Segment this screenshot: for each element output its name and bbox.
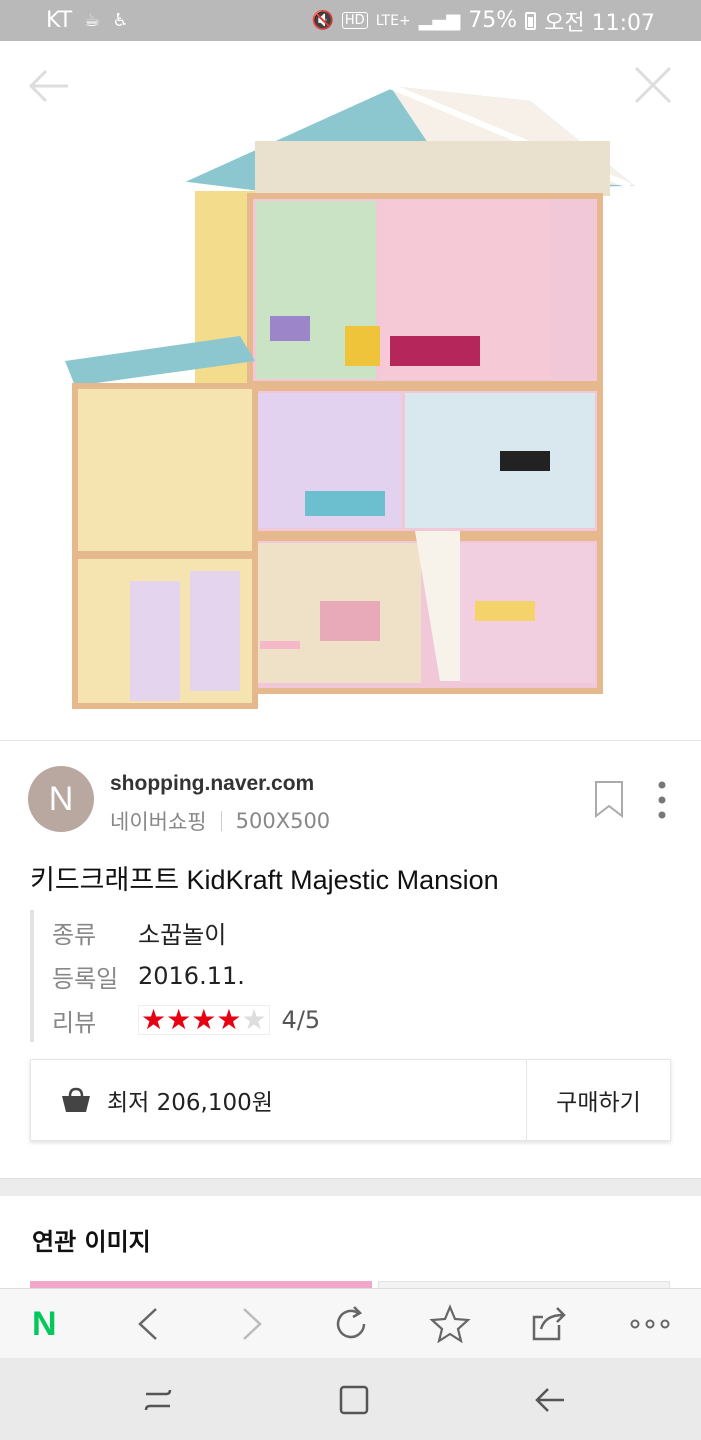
star-icon: ★	[191, 1003, 217, 1036]
lowest-price-link[interactable]: 최저 206,100원	[31, 1060, 526, 1140]
shopping-bag-icon	[62, 1087, 90, 1112]
status-bar: KT ☕ ♿ 🔇 HD LTE+ ▂▄▆ 75% 오전 11:07	[0, 0, 701, 41]
refresh-icon[interactable]	[330, 1303, 372, 1345]
forward-icon[interactable]	[230, 1303, 272, 1345]
battery-percent: 75%	[468, 8, 518, 33]
carrier-label: KT	[46, 8, 73, 33]
system-nav-bar	[0, 1358, 701, 1440]
accessibility-icon: ♿	[112, 10, 129, 31]
source-domain[interactable]: shopping.naver.com	[110, 772, 314, 796]
star-icon: ★	[141, 1003, 167, 1036]
detail-value: 2016.11.	[138, 962, 245, 990]
price-box: 최저 206,100원 구매하기	[30, 1059, 671, 1141]
product-details: 종류 소꿉놀이 등록일 2016.11. 리뷰 ★ ★ ★ ★ ★ 4/5	[30, 910, 320, 1042]
bookmark-icon[interactable]	[594, 780, 624, 818]
lowest-price: 최저 206,100원	[107, 1090, 273, 1116]
back-icon[interactable]	[128, 1303, 170, 1345]
divider	[220, 811, 222, 831]
detail-key: 등록일	[52, 964, 119, 993]
coffee-icon: ☕	[84, 10, 101, 31]
product-image-dollhouse	[65, 82, 635, 709]
star-bookmark-icon[interactable]	[429, 1303, 471, 1345]
status-left: KT ☕ ♿	[46, 8, 128, 33]
star-icon: ★	[166, 1003, 192, 1036]
detail-value: 소꿉놀이	[138, 920, 227, 949]
signal-icon: ▂▄▆	[418, 10, 461, 31]
more-horizontal-icon[interactable]	[629, 1303, 671, 1345]
image-size: 500X500	[235, 809, 331, 833]
source-meta: 네이버쇼핑 500X500	[110, 806, 330, 836]
detail-key: 종류	[52, 920, 97, 949]
home-icon[interactable]	[334, 1380, 374, 1420]
recent-apps-icon[interactable]	[138, 1380, 178, 1420]
rating-value: 4/5	[281, 1006, 321, 1034]
image-viewer[interactable]	[0, 41, 701, 741]
share-icon[interactable]	[529, 1303, 571, 1345]
source-site-name: 네이버쇼핑	[110, 810, 207, 834]
detail-row-category: 종류 소꿉놀이	[52, 910, 320, 954]
product-title[interactable]: 키드크래프트 KidKraft Majestic Mansion	[30, 858, 499, 897]
star-empty-icon: ★	[241, 1003, 267, 1036]
related-images-title: 연관 이미지	[32, 1228, 151, 1256]
section-divider	[0, 1178, 701, 1196]
browser-toolbar: N	[0, 1288, 701, 1358]
detail-row-date: 등록일 2016.11.	[52, 954, 320, 998]
network-type: LTE+	[375, 12, 411, 29]
star-icon: ★	[216, 1003, 242, 1036]
status-right: 🔇 HD LTE+ ▂▄▆ 75% 오전 11:07	[311, 5, 655, 37]
clock: 오전 11:07	[544, 10, 655, 36]
hd-voice-icon: HD	[341, 12, 368, 29]
detail-key: 리뷰	[52, 1008, 97, 1037]
rating-stars: ★ ★ ★ ★ ★	[138, 1005, 270, 1035]
naver-home-icon[interactable]: N	[32, 1305, 57, 1343]
mute-icon: 🔇	[311, 10, 334, 31]
source-info: N shopping.naver.com 네이버쇼핑 500X500	[28, 766, 673, 836]
detail-row-review: 리뷰 ★ ★ ★ ★ ★ 4/5	[52, 998, 320, 1042]
more-vertical-icon[interactable]	[652, 780, 672, 820]
battery-icon	[525, 11, 537, 30]
system-back-icon[interactable]	[530, 1380, 570, 1420]
buy-button[interactable]: 구매하기	[527, 1083, 670, 1117]
source-avatar[interactable]: N	[28, 766, 94, 832]
